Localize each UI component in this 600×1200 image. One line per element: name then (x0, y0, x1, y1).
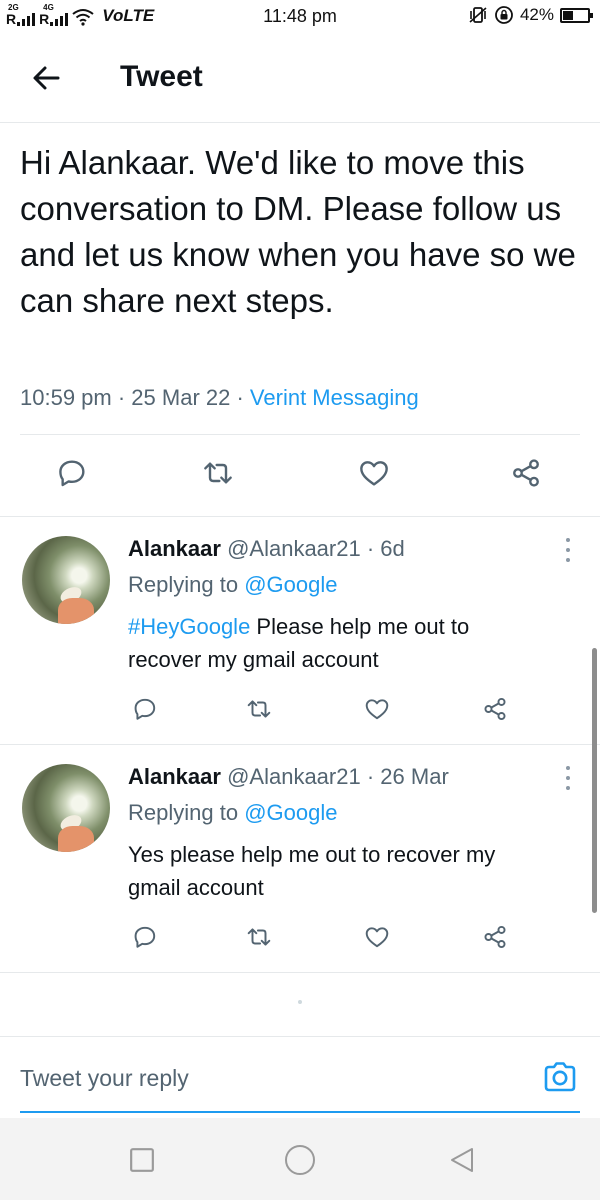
reply-item[interactable]: Alankaar @Alankaar21 · 26 Mar Replying t… (0, 744, 600, 972)
arrow-left-icon (33, 66, 60, 90)
share-icon (484, 925, 506, 949)
tweet-text: Hi Alankaar. We'd like to move this conv… (20, 144, 576, 319)
reply-composer (0, 1036, 600, 1116)
avatar[interactable] (22, 764, 110, 852)
tweet-date: 25 Mar 22 (131, 385, 231, 410)
meta-separator: · (230, 385, 250, 410)
replying-to: Replying to @Google (128, 572, 337, 598)
vibrate-icon (469, 7, 487, 23)
reply-dot: · (366, 764, 375, 789)
recents-button[interactable] (124, 1142, 160, 1178)
replying-label: Replying to (128, 572, 245, 597)
like-button[interactable] (356, 455, 392, 491)
share-button[interactable] (480, 694, 510, 724)
retweet-button[interactable] (244, 694, 274, 724)
more-options-button[interactable] (562, 766, 574, 790)
reply-header: Alankaar @Alankaar21 · 6d (128, 536, 405, 562)
camera-icon (544, 1062, 576, 1092)
reply-dot: · (366, 536, 375, 561)
reply-text: #HeyGoogle Please help me out to recover… (128, 610, 548, 676)
heart-icon (365, 927, 389, 948)
retweet-icon (247, 700, 271, 718)
reply-time: 6d (380, 536, 405, 561)
reply-time: 26 Mar (380, 764, 449, 789)
share-button[interactable] (480, 922, 510, 952)
reply-text: Yes please help me out to recover my gma… (128, 842, 496, 900)
reply-button[interactable] (130, 694, 160, 724)
replying-label: Replying to (128, 800, 245, 825)
reply-author-handle: @Alankaar21 (227, 536, 361, 561)
page-title: Tweet (120, 60, 203, 93)
system-nav-bar (0, 1118, 600, 1200)
heart-icon (360, 461, 388, 486)
square-icon (130, 1148, 154, 1172)
heart-icon (365, 699, 389, 720)
status-bar: 2G R 4G R VoLTE 11:48 pm 42% (0, 0, 600, 34)
replying-mention-link[interactable]: @Google (244, 572, 337, 597)
retweet-button[interactable] (244, 922, 274, 952)
hashtag-link[interactable]: #HeyGoogle (128, 614, 250, 639)
back-nav-button[interactable] (444, 1142, 480, 1178)
share-icon (484, 697, 506, 721)
meta-separator: · (111, 385, 132, 410)
camera-button[interactable] (540, 1057, 580, 1097)
reply-icon (134, 698, 156, 720)
share-button[interactable] (508, 455, 544, 491)
header-divider (0, 122, 600, 123)
tweet-reply-input[interactable] (20, 1053, 520, 1103)
tweet-actions (0, 455, 600, 495)
share-icon (513, 459, 539, 487)
battery-percent: 42% (519, 5, 554, 24)
reply-header: Alankaar @Alankaar21 · 26 Mar (128, 764, 449, 790)
status-bar-right: 42% (468, 5, 593, 25)
battery-icon (560, 7, 593, 23)
reply-author-handle: @Alankaar21 (227, 764, 361, 789)
meta-divider (20, 434, 580, 435)
retweet-icon (247, 928, 271, 946)
reply-icon (59, 460, 85, 487)
back-button[interactable] (28, 60, 64, 96)
reply-author-name[interactable]: Alankaar (128, 536, 221, 561)
reply-actions (0, 694, 600, 728)
reply-button[interactable] (54, 455, 90, 491)
tweet-time: 10:59 pm (20, 385, 112, 410)
tweet-meta: 10:59 pm · 25 Mar 22 · Verint Messaging (20, 385, 419, 411)
tweet-source-link[interactable]: Verint Messaging (250, 385, 419, 410)
reply-actions (0, 922, 600, 956)
like-button[interactable] (362, 922, 392, 952)
retweet-button[interactable] (200, 455, 236, 491)
replying-to: Replying to @Google (128, 800, 337, 826)
avatar[interactable] (22, 536, 110, 624)
more-options-button[interactable] (562, 538, 574, 562)
triangle-back-icon (451, 1148, 473, 1172)
replying-mention-link[interactable]: @Google (244, 800, 337, 825)
alarm-lock-icon (495, 6, 513, 24)
home-button[interactable] (282, 1142, 318, 1178)
loading-dot (298, 1000, 302, 1004)
reply-input-underline (20, 1111, 580, 1113)
reply-divider (0, 972, 600, 973)
reply-icon (134, 926, 156, 948)
reply-author-name[interactable]: Alankaar (128, 764, 221, 789)
circle-icon (285, 1145, 315, 1175)
app-header: Tweet (0, 40, 600, 118)
retweet-icon (204, 462, 232, 484)
reply-button[interactable] (130, 922, 160, 952)
like-button[interactable] (362, 694, 392, 724)
scrollbar[interactable] (592, 648, 597, 913)
reply-item[interactable]: Alankaar @Alankaar21 · 6d Replying to @G… (0, 516, 600, 744)
